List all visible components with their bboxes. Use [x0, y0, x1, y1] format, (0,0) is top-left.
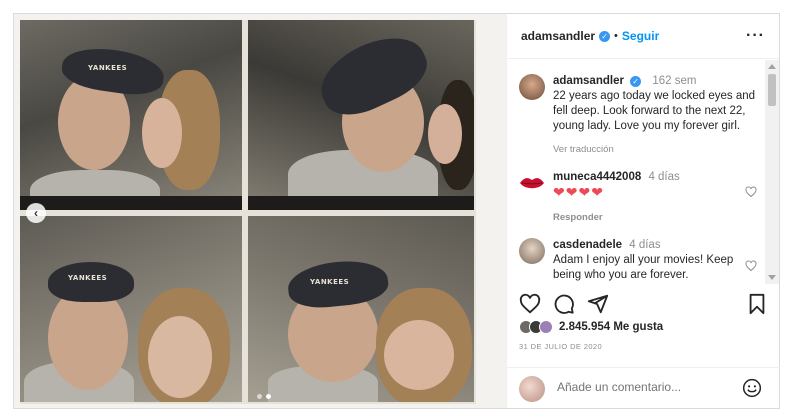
- more-options-icon[interactable]: ···: [746, 27, 765, 45]
- caption-time[interactable]: 162 sem: [652, 75, 696, 87]
- comment-username[interactable]: muneca4442008: [553, 171, 641, 183]
- comment-text: ❤❤❤❤: [553, 184, 604, 200]
- carousel-dot: [257, 394, 262, 399]
- paper-plane-icon[interactable]: [587, 293, 609, 315]
- action-bar: [507, 293, 780, 323]
- comments-scrollbar[interactable]: [765, 60, 779, 284]
- chevron-left-icon: ‹: [34, 206, 38, 220]
- scroll-thumb[interactable]: [768, 74, 776, 106]
- follow-button[interactable]: Seguir: [622, 29, 659, 43]
- comment-username[interactable]: casdenadele: [553, 239, 622, 251]
- comment-icon[interactable]: [553, 293, 575, 315]
- heart-icon[interactable]: [745, 260, 757, 272]
- carousel-indicator: [257, 394, 271, 399]
- reply-link[interactable]: Responder: [553, 210, 759, 225]
- photo-frame-1: YANKEES: [20, 20, 242, 210]
- likes-count[interactable]: 2.845.954 Me gusta: [559, 321, 663, 333]
- post-photo[interactable]: YANKEES YANKEES YANKEES ‹: [14, 14, 506, 408]
- heart-icon[interactable]: [519, 293, 541, 315]
- comments-list[interactable]: adamsandler ✓ 162 sem 22 years ago today…: [507, 60, 765, 284]
- post-side-panel: adamsandler ✓ • Seguir ··· adamsandler ✓…: [506, 14, 780, 408]
- verified-badge-icon: ✓: [599, 30, 611, 42]
- emoji-icon[interactable]: [742, 378, 762, 398]
- verified-badge-icon: ✓: [630, 76, 642, 87]
- photo-frame-4: YANKEES: [248, 216, 474, 402]
- comment-item: muneca4442008 4 días ❤❤❤❤ Responder: [519, 170, 759, 225]
- caption-username[interactable]: adamsandler: [553, 75, 624, 87]
- photo-frame-3: YANKEES: [20, 216, 242, 402]
- comment-text: Adam I enjoy all your movies! Keep being…: [553, 254, 734, 281]
- carousel-prev-button[interactable]: ‹: [26, 203, 46, 223]
- scroll-up-icon[interactable]: [768, 64, 776, 69]
- translate-link[interactable]: Ver traducción: [553, 142, 759, 157]
- post-header: adamsandler ✓ • Seguir ···: [507, 14, 779, 59]
- add-comment-input[interactable]: [557, 380, 727, 394]
- header-separator: •: [614, 30, 618, 42]
- post-author-username[interactable]: adamsandler: [521, 29, 595, 43]
- comment-time[interactable]: 4 días: [648, 171, 679, 183]
- comment-item: casdenadele 4 días Adam I enjoy all your…: [519, 238, 759, 283]
- cap-text: YANKEES: [310, 278, 350, 286]
- comment-time[interactable]: 4 días: [629, 239, 660, 251]
- avatar[interactable]: [519, 170, 545, 196]
- lips-icon: [520, 178, 544, 189]
- caption-item: adamsandler ✓ 162 sem 22 years ago today…: [519, 74, 759, 157]
- post-dialog: YANKEES YANKEES YANKEES ‹ adamsandler ✓ …: [13, 13, 780, 409]
- photo-frame-2: [248, 20, 474, 210]
- cap-text: YANKEES: [88, 64, 128, 72]
- avatar[interactable]: [519, 238, 545, 264]
- caption-text: 22 years ago today we locked eyes and fe…: [553, 90, 756, 132]
- scroll-down-icon[interactable]: [768, 275, 776, 280]
- bookmark-icon[interactable]: [747, 293, 767, 315]
- photo-booth-strip: YANKEES YANKEES YANKEES: [20, 20, 476, 404]
- avatar: [519, 376, 545, 402]
- likes-summary[interactable]: 2.845.954 Me gusta: [519, 320, 663, 334]
- heart-icon[interactable]: [745, 186, 757, 198]
- avatar: [539, 320, 553, 334]
- avatar[interactable]: [519, 74, 545, 100]
- add-comment-bar: [507, 367, 780, 408]
- carousel-dot-active: [266, 394, 271, 399]
- post-date: 31 DE JULIO DE 2020: [519, 342, 603, 351]
- cap-text: YANKEES: [68, 274, 108, 282]
